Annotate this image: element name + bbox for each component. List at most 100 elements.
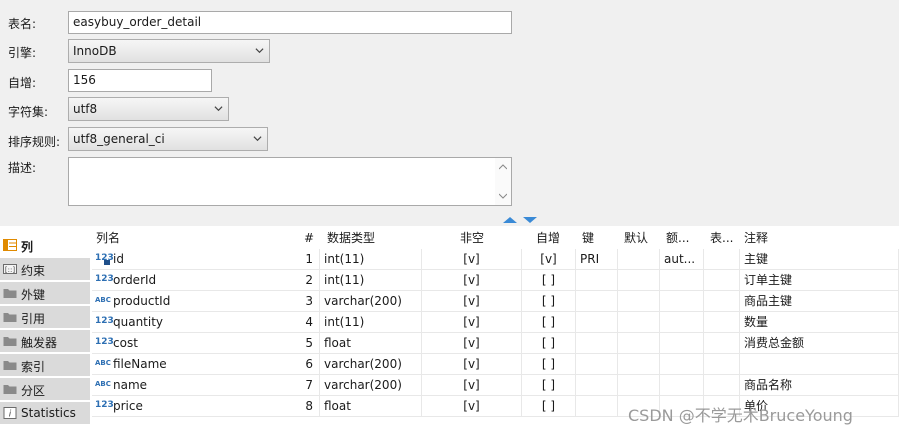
cell-num[interactable]: 8 — [222, 396, 320, 417]
cell-notnull[interactable]: [v] — [422, 270, 522, 291]
tab-indexes[interactable]: 索引 — [0, 354, 90, 377]
header-ordinal[interactable]: # — [222, 228, 320, 249]
header-data-type[interactable]: 数据类型 — [323, 228, 422, 249]
cell-comment[interactable]: 消费总金额 — [740, 333, 899, 354]
panel-splitter[interactable] — [0, 212, 899, 226]
cell-notnull[interactable]: [v] — [422, 333, 522, 354]
cell-expr[interactable] — [704, 249, 740, 270]
cell-type[interactable]: varchar(200) — [320, 375, 422, 396]
cell-autoinc[interactable]: [ ] — [522, 333, 576, 354]
cell-num[interactable]: 6 — [222, 354, 320, 375]
cell-default[interactable] — [618, 312, 660, 333]
engine-select[interactable]: InnoDB — [68, 39, 270, 63]
cell-autoinc[interactable]: [ ] — [522, 291, 576, 312]
cell-default[interactable] — [618, 249, 660, 270]
table-row[interactable]: 123 quantity 4 int(11) [v][ ] 数量 — [92, 312, 899, 333]
cell-comment[interactable]: 商品名称 — [740, 375, 899, 396]
cell-type[interactable]: int(11) — [320, 270, 422, 291]
header-expression[interactable]: 表... — [706, 228, 742, 249]
collation-select[interactable]: utf8_general_ci — [68, 127, 268, 151]
cell-autoinc[interactable]: [ ] — [522, 312, 576, 333]
cell-notnull[interactable]: [v] — [422, 249, 522, 270]
cell-key[interactable]: PRI — [576, 249, 618, 270]
tab-partitions[interactable]: 分区 — [0, 378, 90, 401]
cell-num[interactable]: 2 — [222, 270, 320, 291]
table-row[interactable]: ABC productId 3 varchar(200) [v][ ] 商品主键 — [92, 291, 899, 312]
cell-notnull[interactable]: [v] — [422, 291, 522, 312]
cell-expr[interactable] — [704, 312, 740, 333]
cell-notnull[interactable]: [v] — [422, 396, 522, 417]
cell-extra[interactable] — [660, 291, 704, 312]
header-default[interactable]: 默认 — [620, 228, 660, 249]
auto-increment-input[interactable]: 156 — [68, 69, 212, 92]
cell-type[interactable]: varchar(200) — [320, 354, 422, 375]
cell-default[interactable] — [618, 291, 660, 312]
tab-columns[interactable]: 列 — [0, 234, 90, 257]
scroll-down-icon[interactable] — [499, 193, 507, 199]
header-column-name[interactable]: 列名 — [92, 228, 222, 249]
cell-num[interactable]: 7 — [222, 375, 320, 396]
cell-default[interactable] — [618, 270, 660, 291]
cell-comment[interactable]: 数量 — [740, 312, 899, 333]
cell-notnull[interactable]: [v] — [422, 354, 522, 375]
cell-type[interactable]: float — [320, 333, 422, 354]
cell-type[interactable]: float — [320, 396, 422, 417]
cell-num[interactable]: 1 — [222, 249, 320, 270]
table-row[interactable]: 123 id 1 int(11) [v] [v] PRI aut... 主键 — [92, 249, 899, 270]
cell-expr[interactable] — [704, 270, 740, 291]
cell-expr[interactable] — [704, 291, 740, 312]
cell-notnull[interactable]: [v] — [422, 375, 522, 396]
header-not-null[interactable]: 非空 — [422, 228, 522, 249]
description-scrollbar[interactable] — [495, 158, 511, 205]
cell-comment[interactable]: 主键 — [740, 249, 899, 270]
cell-autoinc[interactable]: [v] — [522, 249, 576, 270]
cell-key[interactable] — [576, 291, 618, 312]
description-textarea[interactable] — [68, 157, 512, 206]
cell-extra[interactable] — [660, 354, 704, 375]
cell-default[interactable] — [618, 375, 660, 396]
tab-foreign-keys[interactable]: 外键 — [0, 282, 90, 305]
cell-type[interactable]: varchar(200) — [320, 291, 422, 312]
cell-autoinc[interactable]: [ ] — [522, 396, 576, 417]
cell-key[interactable] — [576, 354, 618, 375]
table-row[interactable]: ABC fileName 6 varchar(200) [v][ ] — [92, 354, 899, 375]
cell-comment[interactable]: 商品主键 — [740, 291, 899, 312]
header-comment[interactable]: 注释 — [740, 228, 890, 249]
cell-expr[interactable] — [704, 354, 740, 375]
table-row[interactable]: 123 orderId 2 int(11) [v][ ] 订单主键 — [92, 270, 899, 291]
table-row[interactable]: ABC name 7 varchar(200) [v][ ] 商品名称 — [92, 375, 899, 396]
cell-num[interactable]: 3 — [222, 291, 320, 312]
cell-autoinc[interactable]: [ ] — [522, 375, 576, 396]
cell-notnull[interactable]: [v] — [422, 312, 522, 333]
header-auto-increment[interactable]: 自增 — [532, 228, 576, 249]
cell-autoinc[interactable]: [ ] — [522, 270, 576, 291]
table-name-input[interactable]: easybuy_order_detail — [68, 11, 512, 34]
cell-num[interactable]: 5 — [222, 333, 320, 354]
cell-num[interactable]: 4 — [222, 312, 320, 333]
tab-triggers[interactable]: 触发器 — [0, 330, 90, 353]
cell-comment[interactable]: 订单主键 — [740, 270, 899, 291]
cell-extra[interactable] — [660, 333, 704, 354]
tab-constraints[interactable]: [::] 约束 — [0, 258, 90, 281]
cell-extra[interactable] — [660, 375, 704, 396]
cell-key[interactable] — [576, 333, 618, 354]
cell-extra[interactable]: aut... — [660, 249, 704, 270]
table-row[interactable]: 123 cost 5 float [v][ ] 消费总金额 — [92, 333, 899, 354]
cell-extra[interactable] — [660, 312, 704, 333]
cell-expr[interactable] — [704, 333, 740, 354]
cell-key[interactable] — [576, 396, 618, 417]
cell-default[interactable] — [618, 354, 660, 375]
cell-comment[interactable] — [740, 354, 899, 375]
header-extra[interactable]: 额... — [662, 228, 702, 249]
collapse-up-icon[interactable] — [502, 216, 518, 224]
charset-select[interactable]: utf8 — [68, 97, 229, 121]
cell-key[interactable] — [576, 375, 618, 396]
cell-default[interactable] — [618, 333, 660, 354]
cell-type[interactable]: int(11) — [320, 249, 422, 270]
tab-references[interactable]: 引用 — [0, 306, 90, 329]
cell-autoinc[interactable]: [ ] — [522, 354, 576, 375]
expand-down-icon[interactable] — [522, 216, 538, 224]
tab-statistics[interactable]: i Statistics — [0, 402, 90, 425]
cell-key[interactable] — [576, 270, 618, 291]
cell-extra[interactable] — [660, 270, 704, 291]
